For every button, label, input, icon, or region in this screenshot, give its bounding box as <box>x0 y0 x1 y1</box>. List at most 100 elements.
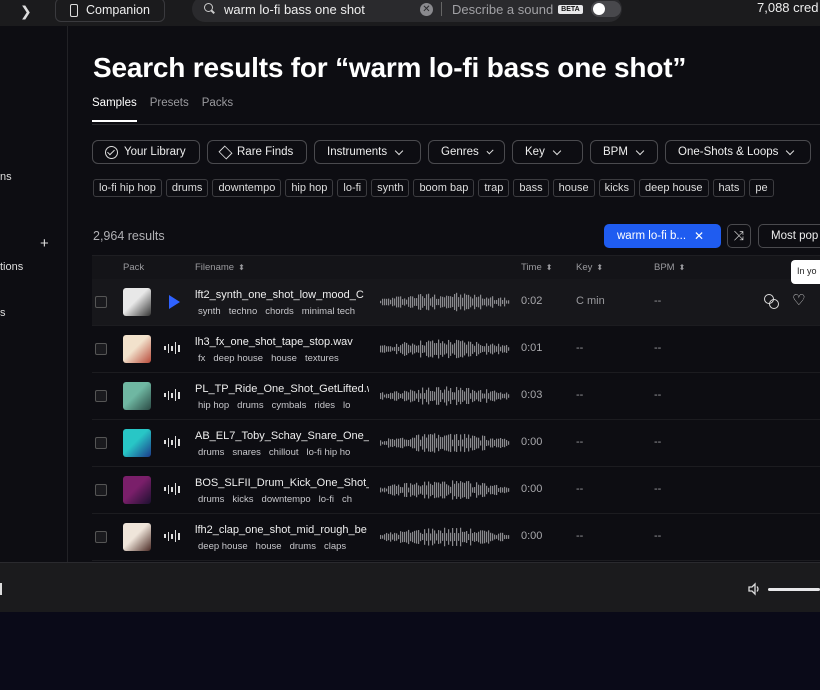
key-dropdown[interactable]: Key <box>512 140 583 164</box>
pack-artwork[interactable] <box>123 523 151 551</box>
row-tag[interactable]: downtempo <box>262 494 311 505</box>
filename[interactable]: lfh2_clap_one_shot_mid_rough_be <box>195 524 369 536</box>
tab-samples[interactable]: Samples <box>92 97 137 122</box>
filename[interactable]: PL_TP_Ride_One_Shot_GetLifted.w <box>195 383 369 395</box>
volume-slider[interactable] <box>768 588 820 591</box>
row-tag[interactable]: snares <box>232 447 261 458</box>
tag-chip[interactable]: lo-fi <box>337 179 368 197</box>
close-icon[interactable]: ✕ <box>694 229 704 243</box>
tag-chip[interactable]: trap <box>478 179 510 197</box>
waveform[interactable] <box>380 384 510 408</box>
row-tag[interactable]: minimal tech <box>302 306 355 317</box>
column-time[interactable]: Time ⬍ <box>521 262 552 273</box>
row-tag[interactable]: drums <box>198 447 224 458</box>
table-row[interactable]: BOS_SLFII_Drum_Kick_One_Shot_drums kicks d… <box>92 467 820 514</box>
rare-finds-filter[interactable]: Rare Finds <box>207 140 307 164</box>
row-tag[interactable]: chillout <box>269 447 299 458</box>
column-bpm[interactable]: BPM ⬍ <box>654 262 685 273</box>
waveform[interactable] <box>380 337 510 361</box>
bpm-dropdown[interactable]: BPM <box>590 140 658 164</box>
tag-chip[interactable]: drums <box>165 179 209 197</box>
row-tag[interactable]: drums <box>198 494 224 505</box>
one-shots-loops-dropdown[interactable]: One-Shots & Loops <box>665 140 811 164</box>
waveform[interactable] <box>380 478 510 502</box>
waveform[interactable] <box>380 290 510 314</box>
row-tag[interactable]: rides <box>314 400 335 411</box>
row-checkbox[interactable] <box>95 484 107 496</box>
tab-packs[interactable]: Packs <box>202 97 233 122</box>
row-tag[interactable]: deep house <box>198 541 248 552</box>
volume-icon[interactable] <box>748 582 762 596</box>
row-tag[interactable]: lo-fi hip ho <box>307 447 351 458</box>
row-checkbox[interactable] <box>95 390 107 402</box>
filename[interactable]: lft2_synth_one_shot_low_mood_C <box>195 289 369 301</box>
instruments-dropdown[interactable]: Instruments <box>314 140 421 164</box>
pack-artwork[interactable] <box>123 382 151 410</box>
sidebar-item-label[interactable]: ns <box>0 171 12 183</box>
row-checkbox[interactable] <box>95 531 107 543</box>
column-key[interactable]: Key ⬍ <box>576 262 603 273</box>
row-tag[interactable]: textures <box>305 353 339 364</box>
row-tag[interactable]: deep house <box>213 353 263 364</box>
tag-chip[interactable]: boom bap <box>413 179 475 197</box>
tag-chip[interactable]: pe <box>749 179 774 197</box>
tag-chip[interactable]: hats <box>712 179 746 197</box>
tag-chip[interactable]: deep house <box>639 179 709 197</box>
waveform[interactable] <box>380 525 510 549</box>
filename[interactable]: BOS_SLFII_Drum_Kick_One_Shot_ <box>195 477 369 489</box>
waveform-icon[interactable] <box>164 529 180 543</box>
play-icon[interactable] <box>169 295 180 309</box>
table-row[interactable]: AB_EL7_Toby_Schay_Snare_One_Sdrums snares… <box>92 420 820 467</box>
row-tag[interactable]: house <box>271 353 297 364</box>
sidebar-item-label[interactable]: s <box>0 307 6 319</box>
tag-chip[interactable]: house <box>552 179 595 197</box>
tag-chip[interactable]: hip hop <box>285 179 334 197</box>
shuffle-button[interactable]: ⤨ <box>727 224 751 248</box>
search-bar[interactable]: warm lo-fi bass one shot ✕ Describe a so… <box>192 0 622 22</box>
row-checkbox[interactable] <box>95 296 107 308</box>
tag-chip[interactable]: lo-fi hip hop <box>93 179 162 197</box>
column-filename[interactable]: Filename ⬍ <box>195 262 245 273</box>
pack-artwork[interactable] <box>123 288 151 316</box>
table-row[interactable]: lfh2_clap_one_shot_mid_rough_bedeep hous… <box>92 514 820 561</box>
chevron-right-icon[interactable]: ❯ <box>20 3 32 20</box>
find-similar-icon[interactable] <box>764 294 779 309</box>
pack-artwork[interactable] <box>123 429 151 457</box>
sort-dropdown[interactable]: Most pop <box>758 224 820 248</box>
row-tag[interactable]: drums <box>290 541 316 552</box>
tag-chip[interactable]: downtempo <box>212 179 282 197</box>
row-tag[interactable]: kicks <box>232 494 253 505</box>
row-checkbox[interactable] <box>95 437 107 449</box>
filename[interactable]: lh3_fx_one_shot_tape_stop.wav <box>195 336 369 348</box>
plus-icon[interactable]: + <box>40 235 49 252</box>
row-tag[interactable]: claps <box>324 541 346 552</box>
heart-icon[interactable]: ♡ <box>792 293 805 308</box>
row-tag[interactable]: lo <box>343 400 350 411</box>
companion-button[interactable]: Companion <box>55 0 165 22</box>
row-tag[interactable]: techno <box>229 306 258 317</box>
waveform-icon[interactable] <box>164 388 180 402</box>
waveform[interactable] <box>380 431 510 455</box>
table-row[interactable]: lft2_synth_one_shot_low_mood_Csynth techn… <box>92 279 820 326</box>
sidebar-item-label[interactable]: tions <box>0 261 23 273</box>
tag-chip[interactable]: kicks <box>598 179 636 197</box>
filename[interactable]: AB_EL7_Toby_Schay_Snare_One_S <box>195 430 369 442</box>
row-tag[interactable]: lo-fi <box>319 494 334 505</box>
clear-search-icon[interactable]: ✕ <box>420 2 433 16</box>
row-tag[interactable]: ch <box>342 494 352 505</box>
describe-sound-toggle[interactable] <box>590 1 621 17</box>
search-input[interactable]: warm lo-fi bass one shot <box>224 2 420 17</box>
row-tag[interactable]: house <box>256 541 282 552</box>
waveform-icon[interactable] <box>164 435 180 449</box>
row-tag[interactable]: drums <box>237 400 263 411</box>
pack-artwork[interactable] <box>123 476 151 504</box>
waveform-icon[interactable] <box>164 341 180 355</box>
row-tag[interactable]: hip hop <box>198 400 229 411</box>
row-tag[interactable]: chords <box>265 306 294 317</box>
row-tag[interactable]: synth <box>198 306 221 317</box>
row-tag[interactable]: cymbals <box>272 400 307 411</box>
waveform-icon[interactable] <box>164 482 180 496</box>
row-tag[interactable]: fx <box>198 353 205 364</box>
pack-artwork[interactable] <box>123 335 151 363</box>
your-library-filter[interactable]: Your Library <box>92 140 200 164</box>
